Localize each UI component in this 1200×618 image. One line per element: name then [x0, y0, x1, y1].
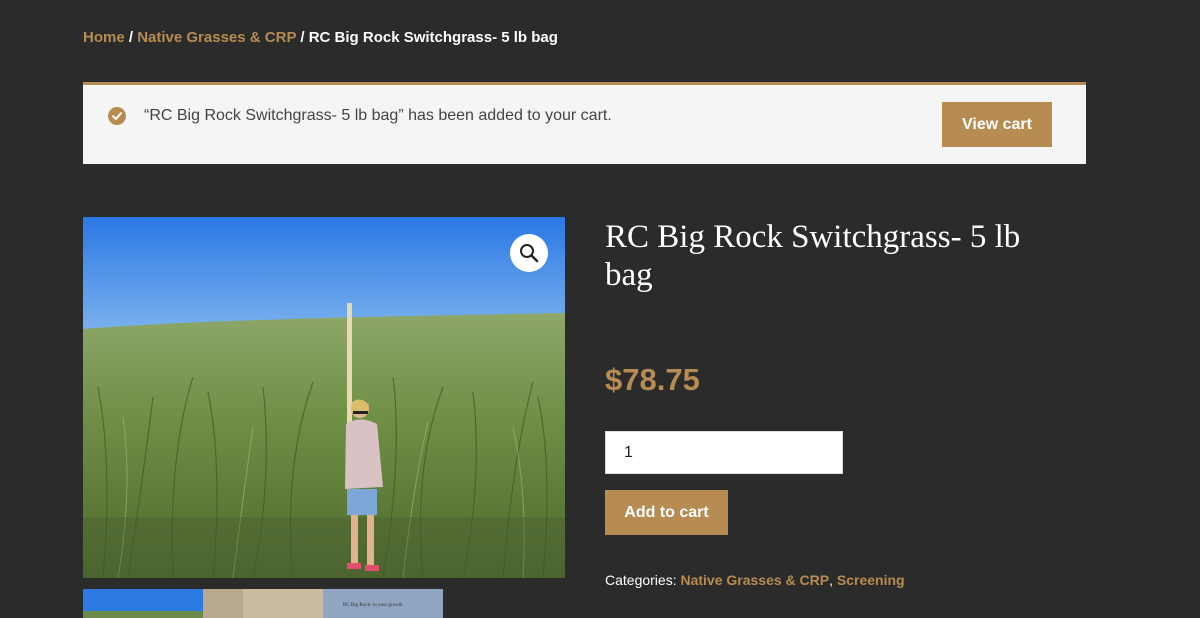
category-link-screening[interactable]: Screening [837, 572, 905, 588]
notice-message: “RC Big Rock Switchgrass- 5 lb bag” has … [144, 107, 612, 124]
check-circle-icon [108, 107, 126, 125]
cart-added-notice: “RC Big Rock Switchgrass- 5 lb bag” has … [83, 82, 1086, 164]
breadcrumb-separator: / [128, 29, 134, 46]
breadcrumb-separator: / [300, 29, 305, 46]
thumbnail-strip: RC Big Rock- in your growth [83, 589, 444, 618]
zoom-button[interactable] [510, 234, 548, 272]
product-categories: Categories: Native Grasses & CRP, Screen… [605, 572, 905, 588]
product-gallery [83, 217, 565, 578]
thumbnail-2[interactable] [203, 589, 323, 618]
product-page: Home / Native Grasses & CRP / RC Big Roc… [0, 0, 1200, 618]
quantity-input[interactable] [605, 431, 843, 474]
breadcrumb-category-link[interactable]: Native Grasses & CRP [137, 29, 296, 46]
product-title: RC Big Rock Switchgrass- 5 lb bag [605, 219, 1021, 293]
thumbnail-3[interactable]: RC Big Rock- in your growth [323, 589, 443, 618]
magnifier-icon [520, 244, 539, 263]
product-price: $78.75 [605, 362, 700, 397]
breadcrumb-current: RC Big Rock Switchgrass- 5 lb bag [308, 29, 558, 46]
breadcrumb: Home / Native Grasses & CRP / RC Big Roc… [83, 29, 558, 47]
add-to-cart-button[interactable]: Add to cart [605, 490, 728, 535]
view-cart-button[interactable]: View cart [942, 102, 1052, 147]
product-image[interactable] [83, 217, 565, 578]
categories-label: Categories: [605, 572, 677, 588]
breadcrumb-home-link[interactable]: Home [83, 29, 125, 46]
category-link-native-grasses[interactable]: Native Grasses & CRP [680, 572, 829, 588]
thumbnail-caption: RC Big Rock- in your growth [343, 603, 403, 608]
thumbnail-1[interactable] [83, 589, 203, 618]
